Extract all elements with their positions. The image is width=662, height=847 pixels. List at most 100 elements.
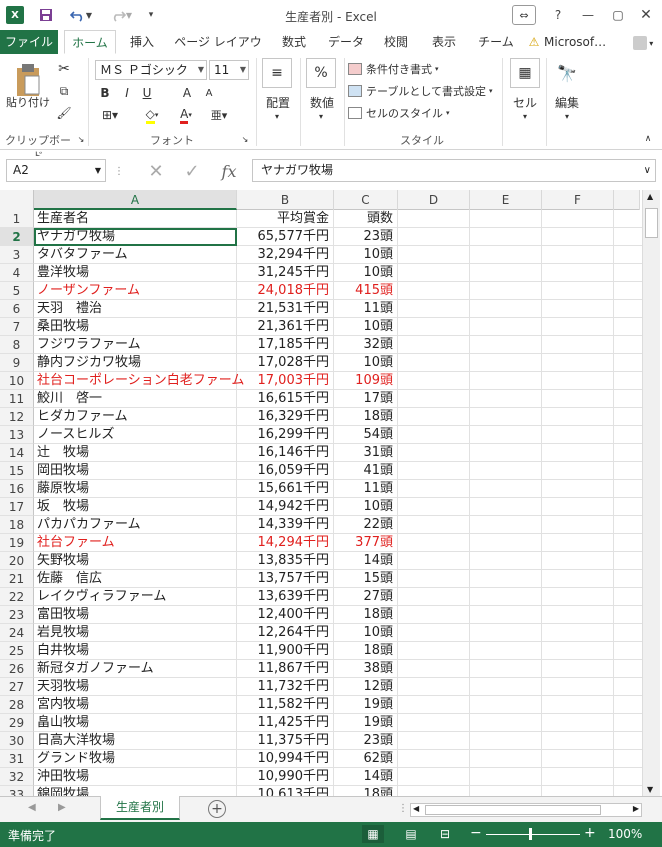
phonetic-icon[interactable]: 亜▾ — [206, 106, 232, 124]
cell-head-count[interactable]: 415頭 — [334, 282, 398, 300]
cell-e[interactable] — [470, 246, 542, 264]
cell-head-count[interactable]: 41頭 — [334, 462, 398, 480]
copy-icon[interactable]: ⧉ — [54, 82, 74, 100]
help-icon[interactable]: ? — [546, 5, 570, 25]
cell-f[interactable] — [542, 246, 614, 264]
cell-head-count[interactable]: 11頭 — [334, 480, 398, 498]
cell-head-count[interactable]: 17頭 — [334, 390, 398, 408]
cell-e[interactable] — [470, 408, 542, 426]
cell-head-count[interactable]: 18頭 — [334, 642, 398, 660]
cell-d[interactable] — [398, 696, 470, 714]
row-header[interactable]: 14 — [0, 444, 34, 462]
cell-head-count[interactable]: 18頭 — [334, 606, 398, 624]
cell-producer-name[interactable]: 岡田牧場 — [34, 462, 237, 480]
cell-average-prize[interactable]: 平均賞金 — [237, 210, 334, 228]
row-header[interactable]: 13 — [0, 426, 34, 444]
cell-g[interactable] — [614, 588, 644, 606]
cell-head-count[interactable]: 54頭 — [334, 426, 398, 444]
cell-g[interactable] — [614, 246, 644, 264]
row-header[interactable]: 8 — [0, 336, 34, 354]
zoom-out-icon[interactable]: − — [470, 825, 482, 841]
cell-d[interactable] — [398, 426, 470, 444]
cell-head-count[interactable]: 10頭 — [334, 624, 398, 642]
number-format-icon[interactable]: % — [306, 58, 336, 88]
cell-e[interactable] — [470, 750, 542, 768]
cell-d[interactable] — [398, 534, 470, 552]
cell-f[interactable] — [542, 354, 614, 372]
cell-f[interactable] — [542, 588, 614, 606]
row-header[interactable]: 22 — [0, 588, 34, 606]
cell-f[interactable] — [542, 552, 614, 570]
cell-head-count[interactable]: 10頭 — [334, 498, 398, 516]
cell-d[interactable] — [398, 264, 470, 282]
cell-average-prize[interactable]: 32,294千円 — [237, 246, 334, 264]
cell-producer-name[interactable]: タバタファーム — [34, 246, 237, 264]
cell-f[interactable] — [542, 264, 614, 282]
new-sheet-icon[interactable]: + — [208, 800, 226, 818]
name-box[interactable]: A2 ▼ — [6, 159, 106, 182]
cell-producer-name[interactable]: 豊洋牧場 — [34, 264, 237, 282]
page-break-view-icon[interactable]: ⊟ — [434, 825, 456, 843]
cell-producer-name[interactable]: 藤原牧場 — [34, 480, 237, 498]
cell-g[interactable] — [614, 642, 644, 660]
expand-formula-bar-icon[interactable]: ∨ — [644, 160, 651, 181]
cell-f[interactable] — [542, 282, 614, 300]
row-header[interactable]: 2 — [0, 228, 34, 246]
cell-e[interactable] — [470, 426, 542, 444]
zoom-slider[interactable] — [486, 834, 580, 835]
cell-e[interactable] — [470, 480, 542, 498]
cell-d[interactable] — [398, 390, 470, 408]
alignment-icon[interactable]: ≡ — [262, 58, 292, 88]
cell-g[interactable] — [614, 624, 644, 642]
cell-g[interactable] — [614, 372, 644, 390]
cell-average-prize[interactable]: 24,018千円 — [237, 282, 334, 300]
underline-button[interactable]: U — [138, 84, 156, 102]
cell-f[interactable] — [542, 408, 614, 426]
cell-d[interactable] — [398, 318, 470, 336]
cell-producer-name[interactable]: ノースヒルズ — [34, 426, 237, 444]
cell-producer-name[interactable]: ヤナガワ牧場 — [34, 228, 237, 246]
cell-producer-name[interactable]: ヒダカファーム — [34, 408, 237, 426]
row-header[interactable]: 20 — [0, 552, 34, 570]
cell-head-count[interactable]: 38頭 — [334, 660, 398, 678]
zoom-slider-thumb[interactable] — [529, 828, 532, 840]
row-header[interactable]: 16 — [0, 480, 34, 498]
cell-producer-name[interactable]: 生産者名 — [34, 210, 237, 228]
account-avatar[interactable]: ▾ — [628, 30, 658, 54]
sheet-next-icon[interactable]: ▶ — [58, 802, 66, 813]
cell-d[interactable] — [398, 210, 470, 228]
cell-g[interactable] — [614, 480, 644, 498]
cell-e[interactable] — [470, 714, 542, 732]
tab-data[interactable]: データ — [324, 30, 368, 54]
cell-e[interactable] — [470, 768, 542, 786]
row-header[interactable]: 25 — [0, 642, 34, 660]
cell-g[interactable] — [614, 750, 644, 768]
cell-producer-name[interactable]: 辻 牧場 — [34, 444, 237, 462]
cell-average-prize[interactable]: 10,613千円 — [237, 786, 334, 796]
cell-g[interactable] — [614, 210, 644, 228]
cell-producer-name[interactable]: パカパカファーム — [34, 516, 237, 534]
select-all-corner[interactable] — [0, 190, 34, 210]
close-icon[interactable]: ✕ — [634, 5, 658, 25]
cell-f[interactable] — [542, 426, 614, 444]
confirm-entry-icon[interactable]: ✓ — [178, 161, 206, 182]
formula-bar-options-icon[interactable]: ⋮ — [114, 163, 124, 179]
row-header[interactable]: 7 — [0, 318, 34, 336]
cell-g[interactable] — [614, 390, 644, 408]
cell-head-count[interactable]: 10頭 — [334, 246, 398, 264]
cell-e[interactable] — [470, 624, 542, 642]
ribbon-display-options-icon[interactable]: ⇔ — [512, 5, 536, 25]
cell-d[interactable] — [398, 714, 470, 732]
row-header[interactable]: 6 — [0, 300, 34, 318]
cell-g[interactable] — [614, 408, 644, 426]
vertical-scrollbar[interactable]: ▲ ▼ — [642, 190, 660, 796]
cells-dropdown-icon[interactable]: ▾ — [518, 110, 532, 122]
bold-button[interactable]: B — [96, 84, 114, 102]
cells-label[interactable]: セル — [506, 94, 544, 111]
cell-producer-name[interactable]: 佐藤 信広 — [34, 570, 237, 588]
cell-f[interactable] — [542, 570, 614, 588]
cell-head-count[interactable]: 12頭 — [334, 678, 398, 696]
cell-d[interactable] — [398, 462, 470, 480]
cell-average-prize[interactable]: 11,732千円 — [237, 678, 334, 696]
cell-head-count[interactable]: 23頭 — [334, 732, 398, 750]
